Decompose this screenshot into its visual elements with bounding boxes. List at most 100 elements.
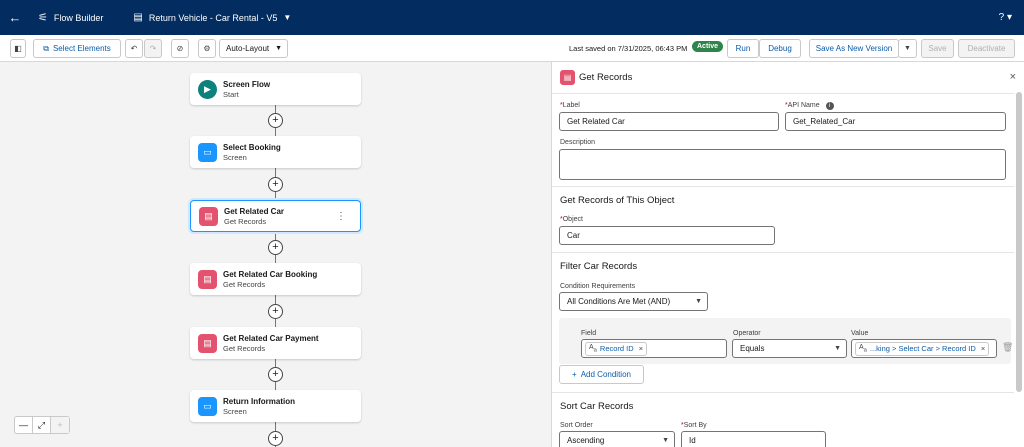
undo-button[interactable]: ↶ (125, 39, 143, 58)
info-icon[interactable]: i (825, 102, 834, 110)
description-textarea[interactable] (559, 149, 1006, 180)
chevron-down-icon: ▼ (662, 437, 669, 444)
chevron-down-icon: ▼ (695, 298, 702, 305)
delete-condition-icon[interactable]: 🗑 (1002, 342, 1013, 353)
remove-icon[interactable]: × (639, 344, 643, 353)
debug-button[interactable]: Debug (759, 39, 801, 58)
divider (552, 93, 1014, 94)
add-element-button[interactable]: + (268, 240, 283, 255)
redo-button[interactable]: ↷ (144, 39, 162, 58)
sort-order-select[interactable]: Ascending ▼ (559, 431, 675, 447)
value-pill-label: ...king > Select Car > Record ID (869, 344, 976, 353)
field-input[interactable]: Aa Record ID × (581, 339, 727, 358)
toggle-panel-button[interactable]: ◧ (10, 39, 26, 58)
chevron-down-icon[interactable]: ▼ (283, 13, 291, 22)
divider (552, 392, 1014, 393)
help-icon[interactable]: ? ▾ (999, 12, 1012, 23)
select-elements-button[interactable]: ⧉ Select Elements (33, 39, 121, 58)
text-type-icon: Aa (859, 343, 867, 354)
operator-label: Operator (733, 330, 761, 337)
add-element-button[interactable]: + (268, 431, 283, 446)
api-name-input[interactable]: Get_Related_Car (785, 112, 1006, 131)
last-saved-text: Last saved on 7/31/2025, 06:43 PM (569, 44, 688, 53)
value-input[interactable]: Aa ...king > Select Car > Record ID × (851, 339, 997, 358)
cancel-flow-button[interactable]: ⊘ (171, 39, 189, 58)
layout-select[interactable]: Auto-Layout ▼ (219, 39, 288, 58)
select-elements-icon: ⧉ (43, 43, 49, 53)
add-element-button[interactable]: + (268, 367, 283, 382)
value-pill[interactable]: Aa ...king > Select Car > Record ID × (855, 341, 990, 356)
flow-builder-icon: ⚟ (38, 12, 48, 24)
node-subtitle: Screen (223, 152, 247, 162)
field-pill[interactable]: Aa Record ID × (585, 341, 648, 356)
app-label: Flow Builder (53, 12, 104, 23)
remove-icon[interactable]: × (981, 344, 985, 353)
flow-canvas[interactable]: + + + + + + ▶ Screen Flow Start ▭ Select… (0, 62, 551, 447)
field-pill-label: Record ID (599, 344, 634, 353)
operator-select[interactable]: Equals ▼ (732, 339, 847, 358)
label-input[interactable]: Get Related Car (559, 112, 779, 131)
add-element-button[interactable]: + (268, 177, 283, 192)
node-subtitle: Get Records (224, 216, 267, 226)
condition-requirements-select[interactable]: All Conditions Are Met (AND) ▼ (559, 292, 708, 311)
text-type-icon: Aa (589, 343, 597, 354)
node-title: Get Related Car Booking (223, 269, 318, 279)
node-title: Return Information (223, 396, 295, 406)
node-screen-flow[interactable]: ▶ Screen Flow Start (190, 73, 361, 105)
zoom-controls: — ⤢ + (14, 416, 70, 434)
node-get-related-car-payment[interactable]: ▤ Get Related Car Payment Get Records (190, 327, 361, 359)
node-select-booking[interactable]: ▭ Select Booking Screen (190, 136, 361, 168)
screen-icon: ▭ (198, 142, 217, 162)
divider (552, 252, 1014, 253)
node-get-related-car[interactable]: ▤ Get Related Car Get Records ⋮ (190, 200, 361, 232)
back-arrow-icon[interactable]: ← (0, 10, 30, 25)
save-as-new-version-button[interactable]: Save As New Version (809, 39, 899, 58)
node-subtitle: Start (223, 89, 239, 99)
close-icon[interactable]: × (1010, 71, 1016, 83)
help-label: ? (998, 12, 1005, 23)
label-field-label: *Label (560, 102, 580, 109)
description-label: Description (560, 139, 596, 146)
node-get-related-car-booking[interactable]: ▤ Get Related Car Booking Get Records (190, 263, 361, 295)
get-records-icon: ▤ (560, 70, 575, 85)
object-input[interactable]: Car (559, 226, 775, 245)
document-icon: ▤ (133, 12, 143, 23)
sort-order-label: Sort Order (560, 422, 593, 429)
deactivate-button[interactable]: Deactivate (958, 39, 1015, 58)
filter-section-title: Filter Car Records (560, 261, 638, 272)
chevron-down-icon: ▼ (834, 345, 841, 352)
zoom-in-icon[interactable]: + (51, 417, 69, 433)
more-actions-icon[interactable]: ⋮ (336, 211, 346, 222)
play-icon: ▶ (198, 79, 217, 99)
node-title: Select Booking (223, 142, 281, 152)
sort-by-field-label: *Sort By (681, 422, 707, 429)
add-condition-button[interactable]: + Add Condition (559, 365, 644, 384)
zoom-out-icon[interactable]: — (15, 417, 33, 433)
sort-section-title: Sort Car Records (560, 401, 634, 412)
object-field-label: *Object (560, 216, 583, 223)
properties-panel: ▤ Get Records × *Label Get Related Car *… (551, 62, 1024, 447)
sort-by-input[interactable]: Id (681, 431, 826, 447)
add-element-button[interactable]: + (268, 304, 283, 319)
add-element-button[interactable]: + (268, 113, 283, 128)
add-condition-label: Add Condition (580, 370, 631, 379)
api-name-label-text: API Name (787, 102, 820, 109)
run-button[interactable]: Run (727, 39, 759, 58)
object-label-text: Object (562, 216, 583, 223)
app-header: ← ⚟ Flow Builder ▤ Return Vehicle - Car … (0, 0, 1024, 35)
node-title: Get Related Car Payment (223, 333, 319, 343)
fit-view-icon[interactable]: ⤢ (33, 417, 51, 433)
flow-title[interactable]: Return Vehicle - Car Rental - V5 (149, 13, 278, 23)
sort-by-label-text: Sort By (683, 422, 707, 429)
get-records-icon: ▤ (198, 333, 217, 353)
status-badge: Active (692, 41, 724, 52)
panel-scrollbar[interactable] (1016, 92, 1022, 392)
label-label-text: Label (562, 102, 580, 109)
settings-gear-icon[interactable]: ⚙ (198, 39, 216, 58)
divider (552, 186, 1014, 187)
save-options-chevron-icon[interactable]: ▼ (898, 39, 917, 58)
select-elements-label: Select Elements (52, 44, 111, 53)
save-button[interactable]: Save (921, 39, 954, 58)
screen-icon: ▭ (198, 396, 217, 416)
node-return-information[interactable]: ▭ Return Information Screen (190, 390, 361, 422)
